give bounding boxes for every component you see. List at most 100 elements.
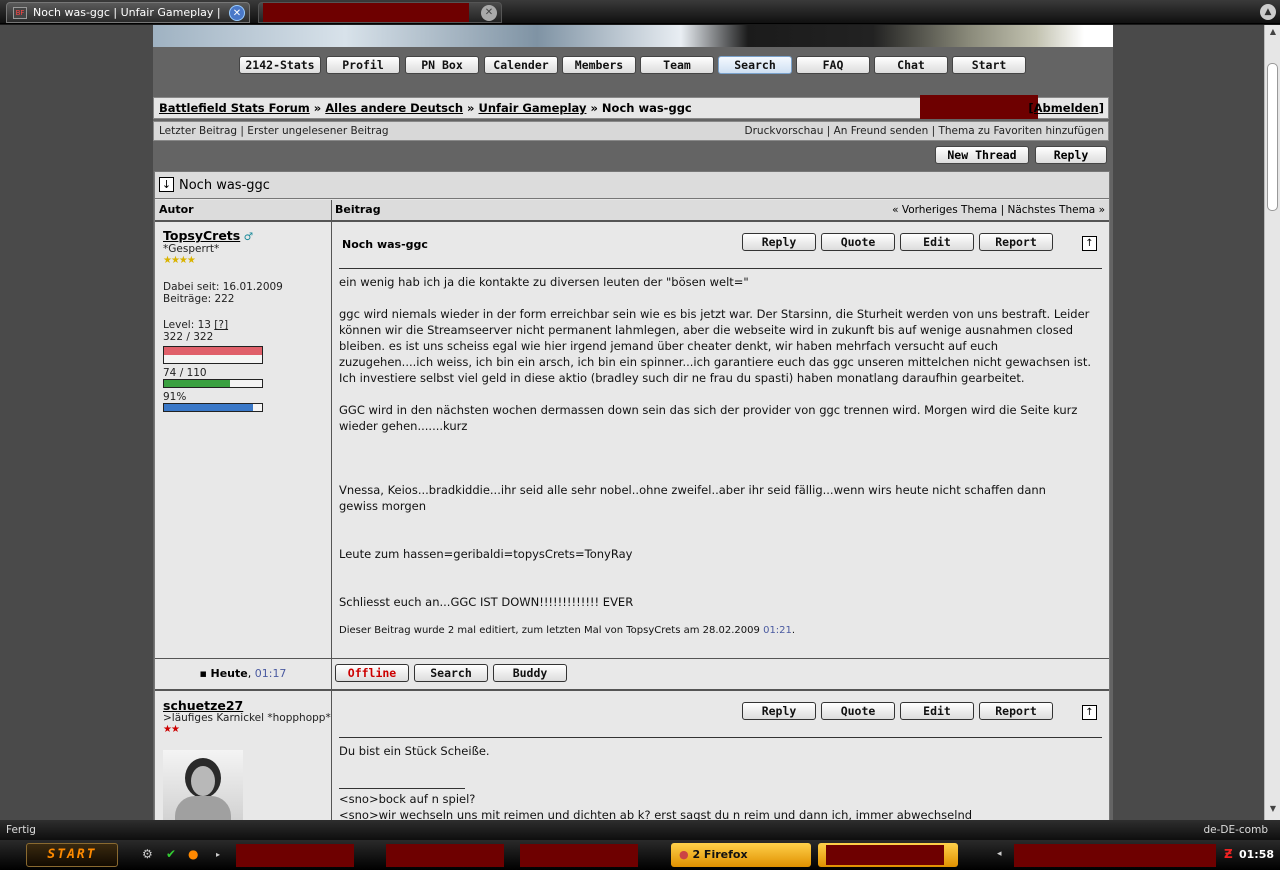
site-favicon-icon: BF bbox=[13, 7, 27, 19]
active-task-button[interactable] bbox=[818, 843, 958, 867]
previous-thread-link[interactable]: « Vorheriges Thema bbox=[892, 204, 997, 216]
post2-quote-button[interactable]: Quote bbox=[821, 702, 895, 720]
add-buddy-button[interactable]: Buddy bbox=[493, 664, 567, 682]
signature-divider bbox=[339, 788, 465, 789]
author-name[interactable]: schuetze27 bbox=[163, 699, 331, 712]
post1-date: ▪ Heute, 01:17 bbox=[155, 659, 331, 689]
scrollbar-thumb[interactable] bbox=[1267, 63, 1278, 211]
offline-status-button[interactable]: Offline bbox=[335, 664, 409, 682]
post1-reply-button[interactable]: Reply bbox=[742, 233, 816, 251]
edit-time: 01:21 bbox=[763, 625, 792, 636]
exp-value: 91% bbox=[163, 391, 187, 403]
firefox-task-button[interactable]: ● 2 Firefox bbox=[671, 843, 811, 867]
breadcrumb: Battlefield Stats Forum » Alles andere D… bbox=[153, 95, 1109, 119]
column-author: Autor bbox=[159, 203, 194, 216]
nav-profil[interactable]: Profil bbox=[326, 56, 400, 74]
post2-author-panel: schuetze27 >läufiges Karnickel *hopphopp… bbox=[163, 699, 331, 736]
rank-stars-icon: ★★ bbox=[163, 724, 180, 735]
post2-report-button[interactable]: Report bbox=[979, 702, 1053, 720]
tab-title: Noch was-ggc | Unfair Gameplay | Bat... bbox=[33, 6, 223, 19]
mp-bar bbox=[163, 379, 263, 388]
nav-2142-stats[interactable]: 2142-Stats bbox=[239, 56, 321, 74]
post2-edit-button[interactable]: Edit bbox=[900, 702, 974, 720]
hp-value: 322 / 322 bbox=[163, 331, 214, 343]
quicklaunch-icon[interactable]: ⚙ bbox=[142, 847, 153, 861]
avatar-body bbox=[175, 796, 231, 820]
post1-author-panel: TopsyCrets ♂ *Gesperrt* ★★★★ Dabei seit:… bbox=[163, 228, 283, 343]
tab-close-icon[interactable]: ✕ bbox=[481, 5, 497, 21]
browser-tab-2[interactable]: ✕ bbox=[258, 2, 502, 23]
post-jump-links[interactable]: Letzter Beitrag | Erster ungelesener Bei… bbox=[159, 125, 389, 137]
tab-close-icon[interactable]: ✕ bbox=[229, 5, 245, 21]
post1-quote-button[interactable]: Quote bbox=[821, 233, 895, 251]
tab-scroll-right-icon[interactable]: ▲ bbox=[1260, 4, 1276, 20]
breadcrumb-sep: » bbox=[590, 101, 598, 115]
breadcrumb-category[interactable]: Alles andere Deutsch bbox=[325, 101, 463, 115]
redacted-task[interactable] bbox=[520, 844, 638, 867]
author-avatar bbox=[163, 750, 243, 820]
arrow-up-icon[interactable]: ↑ bbox=[1082, 236, 1097, 251]
tray-expand-icon[interactable]: ◂ bbox=[997, 849, 1002, 859]
mp-bar-fill bbox=[164, 380, 230, 387]
post2-signature-line: <sno>wir wechseln uns mit reimen und dic… bbox=[339, 808, 973, 820]
nav-search[interactable]: Search bbox=[718, 56, 792, 74]
thread-tools-links[interactable]: Druckvorschau | An Freund senden | Thema… bbox=[745, 122, 1104, 140]
firefox-icon[interactable]: ● bbox=[188, 847, 198, 861]
thread-title: Noch was-ggc bbox=[179, 178, 270, 193]
post1-edit-button[interactable]: Edit bbox=[900, 233, 974, 251]
nav-chat[interactable]: Chat bbox=[874, 56, 948, 74]
logout-link[interactable]: [Abmelden] bbox=[1028, 98, 1104, 118]
arrow-down-icon[interactable]: ↓ bbox=[159, 177, 174, 192]
breadcrumb-subforum[interactable]: Unfair Gameplay bbox=[478, 101, 586, 115]
post1-report-button[interactable]: Report bbox=[979, 233, 1053, 251]
nav-calender[interactable]: Calender bbox=[484, 56, 558, 74]
mp-value: 74 / 110 bbox=[163, 367, 207, 379]
author-post-count: Beiträge: 222 bbox=[163, 293, 235, 305]
post1-paragraph: Schliesst euch an...GGC IST DOWN!!!!!!!!… bbox=[339, 595, 634, 609]
nav-start[interactable]: Start bbox=[952, 56, 1026, 74]
tray-app-icon[interactable]: Ƶ bbox=[1224, 847, 1233, 861]
rank-stars-icon: ★★★★ bbox=[163, 255, 196, 266]
post2-body: Du bist ein Stück Scheiße. bbox=[339, 744, 490, 758]
redacted-task[interactable] bbox=[386, 844, 504, 867]
next-thread-link[interactable]: Nächstes Thema » bbox=[1007, 204, 1105, 216]
post-date-label: Heute bbox=[210, 667, 248, 680]
author-name[interactable]: TopsyCrets bbox=[163, 228, 240, 243]
post-icon: ▪ bbox=[199, 667, 208, 680]
author-level: Level: 13 bbox=[163, 319, 211, 331]
post1-paragraph: Vnessa, Keios...bradkiddie...ihr seid al… bbox=[339, 483, 1046, 513]
redacted-tray bbox=[1014, 844, 1216, 867]
level-help-link[interactable]: [?] bbox=[214, 319, 228, 331]
new-thread-button[interactable]: New Thread bbox=[935, 146, 1029, 164]
thread-nav-sep: | bbox=[1000, 204, 1005, 216]
page-scrollbar[interactable]: ▲ ▼ bbox=[1264, 25, 1280, 820]
redacted-task[interactable] bbox=[236, 844, 354, 867]
breadcrumb-sep: » bbox=[467, 101, 475, 115]
firefox-icon: ● bbox=[679, 848, 689, 861]
scroll-up-icon[interactable]: ▲ bbox=[1265, 27, 1280, 41]
firefox-task-label: 2 Firefox bbox=[692, 848, 748, 861]
nav-faq[interactable]: FAQ bbox=[796, 56, 870, 74]
clock: 01:58 bbox=[1239, 848, 1275, 861]
nav-team[interactable]: Team bbox=[640, 56, 714, 74]
start-button[interactable]: START bbox=[26, 843, 118, 867]
post2-reply-button[interactable]: Reply bbox=[742, 702, 816, 720]
nav-members[interactable]: Members bbox=[562, 56, 636, 74]
reply-thread-button[interactable]: Reply bbox=[1035, 146, 1107, 164]
edit-note-text: Dieser Beitrag wurde 2 mal editiert, zum… bbox=[339, 625, 760, 636]
author-rank: *Gesperrt* bbox=[163, 243, 220, 255]
arrow-up-icon[interactable]: ↑ bbox=[1082, 705, 1097, 720]
scroll-down-icon[interactable]: ▼ bbox=[1265, 804, 1280, 818]
nav-pn-box[interactable]: PN Box bbox=[405, 56, 479, 74]
author-joined: Dabei seit: 16.01.2009 bbox=[163, 281, 283, 293]
search-user-posts-button[interactable]: Search bbox=[414, 664, 488, 682]
male-icon: ♂ bbox=[243, 231, 253, 243]
quicklaunch-more-icon[interactable]: ▸ bbox=[216, 850, 220, 859]
redacted-username bbox=[920, 95, 1038, 119]
thread-subbar: Letzter Beitrag | Erster ungelesener Bei… bbox=[153, 121, 1109, 141]
thread-navigation: « Vorheriges Thema | Nächstes Thema » bbox=[892, 200, 1105, 220]
author-rank: >läufiges Karnickel *hopphopp* bbox=[163, 712, 331, 724]
breadcrumb-forum[interactable]: Battlefield Stats Forum bbox=[159, 101, 310, 115]
quicklaunch-icon[interactable]: ✔ bbox=[166, 847, 176, 861]
browser-tab-active[interactable]: BF Noch was-ggc | Unfair Gameplay | Bat.… bbox=[6, 2, 250, 23]
